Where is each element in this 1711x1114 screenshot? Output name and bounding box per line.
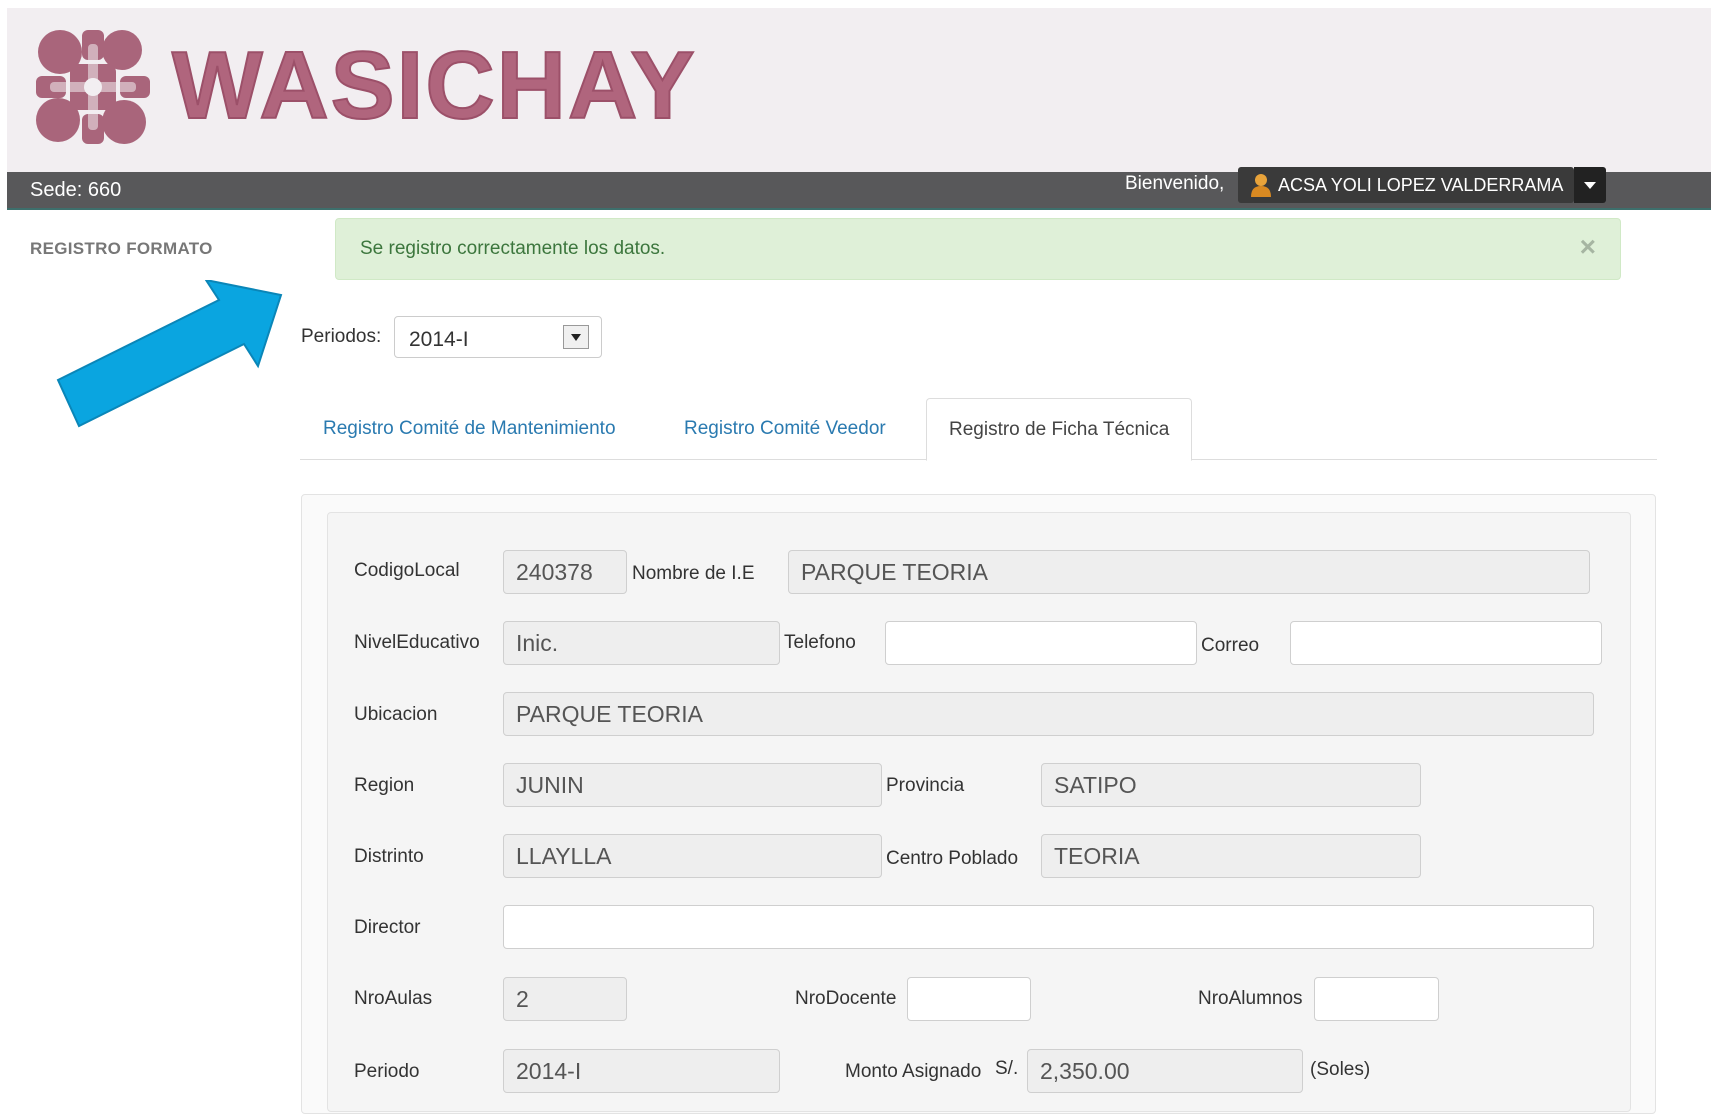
periodos-select[interactable]: 2014-I — [394, 316, 602, 358]
soles-unit-label: (Soles) — [1310, 1059, 1371, 1080]
caret-down-icon — [1584, 182, 1596, 189]
user-menu-dropdown-toggle[interactable] — [1574, 167, 1606, 203]
user-name: ACSA YOLI LOPEZ VALDERRAMA — [1278, 174, 1564, 195]
sede-label: Sede: 660 — [30, 179, 122, 201]
director-label: Director — [354, 917, 421, 938]
sidebar-item-registro-formato[interactable]: REGISTRO FORMATO — [30, 239, 213, 259]
region-label: Region — [354, 775, 415, 796]
centro-poblado-field[interactable]: TEORIA — [1041, 834, 1421, 878]
tab-comite-veedor[interactable]: Registro Comité Veedor — [662, 398, 908, 460]
telefono-field[interactable] — [885, 621, 1197, 665]
codigo-local-field[interactable]: 240378 — [503, 550, 627, 594]
ubicacion-field[interactable]: PARQUE TEORIA — [503, 692, 1594, 736]
annotation-arrow-icon — [56, 280, 283, 428]
periodos-selected-value: 2014-I — [409, 328, 469, 351]
periodos-label: Periodos: — [301, 326, 382, 347]
distrito-field[interactable]: LLAYLLA — [503, 834, 882, 878]
nro-alumnos-label: NroAlumnos — [1198, 988, 1303, 1009]
dropdown-arrow-icon[interactable] — [563, 325, 589, 349]
region-field[interactable]: JUNIN — [503, 763, 882, 807]
nro-docente-label: NroDocente — [795, 988, 897, 1009]
puzzle-flower-logo-icon — [36, 30, 150, 144]
nro-alumnos-field[interactable] — [1314, 977, 1439, 1021]
distrito-label: Distrinto — [354, 846, 424, 867]
ubicacion-label: Ubicacion — [354, 704, 438, 725]
nro-aulas-label: NroAulas — [354, 988, 433, 1009]
user-menu-button[interactable]: ACSA YOLI LOPEZ VALDERRAMA — [1238, 167, 1574, 203]
telefono-label: Telefono — [784, 632, 856, 653]
provincia-field[interactable]: SATIPO — [1041, 763, 1421, 807]
nombre-ie-label: Nombre de I.E — [632, 563, 755, 584]
user-icon — [1251, 174, 1271, 197]
tab-comite-mantenimiento[interactable]: Registro Comité de Mantenimiento — [301, 398, 638, 460]
periodo-label: Periodo — [354, 1061, 420, 1082]
nro-docente-field[interactable] — [907, 977, 1031, 1021]
nro-aulas-field[interactable]: 2 — [503, 977, 627, 1021]
director-field[interactable] — [503, 905, 1594, 949]
tab-ficha-tecnica[interactable]: Registro de Ficha Técnica — [926, 398, 1193, 461]
codigo-local-label: CodigoLocal — [354, 560, 460, 581]
success-alert: Se registro correctamente los datos. × — [335, 218, 1621, 280]
welcome-text: Bienvenido, — [1125, 173, 1225, 194]
nivel-educativo-field[interactable]: Inic. — [503, 621, 780, 665]
centro-poblado-label: Centro Poblado — [886, 848, 1019, 869]
form-well — [327, 512, 1631, 1112]
brand-logo-text: WASICHAY — [171, 32, 697, 139]
correo-field[interactable] — [1290, 621, 1602, 665]
alert-close-icon[interactable]: × — [1580, 233, 1596, 261]
monto-asignado-label: Monto Asignado — [845, 1061, 982, 1082]
correo-label: Correo — [1201, 635, 1260, 656]
provincia-label: Provincia — [886, 775, 965, 796]
nivel-educativo-label: NivelEducativo — [354, 632, 480, 653]
currency-label: S/. — [995, 1058, 1019, 1079]
nombre-ie-field[interactable]: PARQUE TEORIA — [788, 550, 1590, 594]
alert-message: Se registro correctamente los datos. — [360, 238, 666, 259]
monto-asignado-field[interactable]: 2,350.00 — [1027, 1049, 1303, 1093]
periodo-field[interactable]: 2014-I — [503, 1049, 780, 1093]
